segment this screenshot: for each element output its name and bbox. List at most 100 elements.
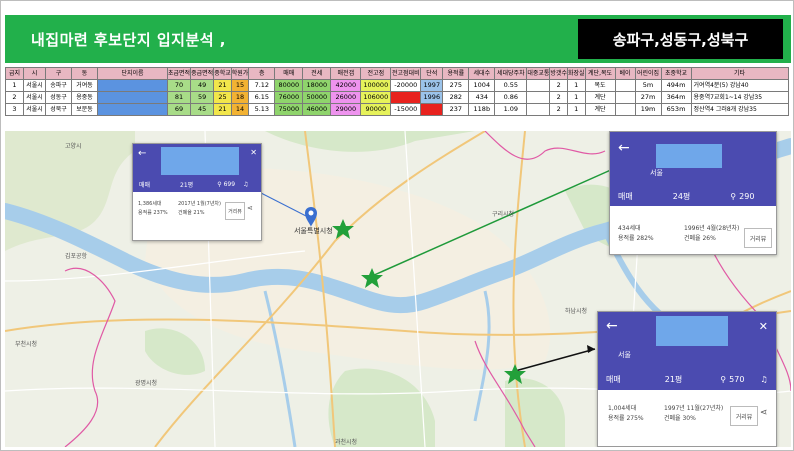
view-count: 570 bbox=[729, 374, 745, 384]
table-cell: 정산역4 그러8개 강남35 bbox=[690, 103, 789, 116]
trade-type[interactable]: 매매 bbox=[139, 180, 150, 189]
table-cell: 27m bbox=[634, 91, 662, 104]
search-icon[interactable]: ⚲ bbox=[730, 192, 736, 201]
built-year: 2017년 1월(7년차) bbox=[178, 201, 221, 207]
table-cell: 90000 bbox=[360, 103, 392, 116]
card-info-right: 2017년 1월(7년차) 건폐율 21% bbox=[178, 200, 221, 218]
table-cell: 2 bbox=[5, 91, 24, 104]
trade-type[interactable]: 매매 bbox=[606, 374, 621, 385]
table-header: 세대당주차 bbox=[494, 67, 528, 80]
street-view-button[interactable]: 거리뷰 bbox=[225, 202, 245, 220]
table-cell: 18000 bbox=[302, 79, 332, 92]
table-cell: 거여동 bbox=[71, 79, 98, 92]
street-view-button[interactable]: 거리뷰 bbox=[744, 228, 772, 248]
table-cell: 21 bbox=[213, 79, 232, 92]
complex-name-redacted bbox=[656, 316, 728, 346]
households: 1,386세대 bbox=[138, 201, 162, 207]
card-info-left: 434세대 용적률 282% bbox=[618, 224, 654, 244]
share-icon[interactable]: ⋖ bbox=[760, 408, 768, 418]
table-cell: 15 bbox=[230, 79, 250, 92]
table-cell: 1 bbox=[5, 79, 24, 92]
table-cell: 26000 bbox=[330, 91, 362, 104]
back-arrow-icon[interactable]: ← bbox=[606, 318, 618, 334]
table-cell: 59 bbox=[190, 91, 215, 104]
table-cell: 1 bbox=[566, 103, 586, 116]
close-icon[interactable]: ✕ bbox=[759, 320, 768, 333]
complex-name-redacted bbox=[97, 79, 168, 92]
complex-name-redacted bbox=[97, 91, 168, 104]
card-subtitle: 서울 bbox=[650, 169, 663, 177]
table-cell: 복도 bbox=[584, 79, 616, 92]
complex-name-redacted bbox=[161, 147, 239, 175]
table-header: 계단,복도 bbox=[584, 67, 616, 80]
table-header: 베이 bbox=[614, 67, 636, 80]
table-cell: 1 bbox=[566, 79, 586, 92]
table-cell: 2 bbox=[549, 91, 568, 104]
table-header: 중급면적 bbox=[190, 67, 215, 80]
table-header: 어린이집 bbox=[634, 67, 662, 80]
table-header: 학원가 bbox=[230, 67, 250, 80]
table-header: 전세 bbox=[302, 67, 332, 80]
table-cell: 80000 bbox=[274, 79, 304, 92]
search-icon[interactable]: ⚲ bbox=[217, 181, 221, 188]
card-filter-row: 매매 21평 ⚲ 570 ♫ bbox=[598, 368, 776, 390]
apartment-card-3[interactable]: ← ✕ 서울 매매 21평 ⚲ 570 ♫ 1,004세대 용적률 275% 1… bbox=[597, 311, 777, 447]
table-header: 전고점 bbox=[360, 67, 392, 80]
table-cell: 5m bbox=[634, 79, 662, 92]
bell-icon[interactable]: ♫ bbox=[760, 375, 767, 384]
table-cell: 100000 bbox=[360, 79, 392, 92]
close-icon[interactable]: ✕ bbox=[250, 148, 257, 157]
back-arrow-icon[interactable]: ← bbox=[138, 148, 146, 159]
table-cell: 1 bbox=[566, 91, 586, 104]
table-cell: 송파구 bbox=[45, 79, 72, 92]
building-coverage: 건폐율 26% bbox=[684, 235, 716, 242]
table-cell: 18 bbox=[230, 91, 250, 104]
table-row: 1 서울시 송파구 거여동 70 49 21 15 7.12 80000 18000 42000 100… bbox=[5, 79, 789, 92]
table-cell: 275 bbox=[442, 79, 470, 92]
map-label-gwangmyeong: 광명시청 bbox=[135, 380, 158, 387]
size-select[interactable]: 24평 bbox=[673, 191, 691, 202]
floor-area-ratio: 용적률 282% bbox=[618, 235, 654, 242]
table-cell: 2 bbox=[549, 79, 568, 92]
search-icon[interactable]: ⚲ bbox=[720, 375, 726, 384]
households: 1,004세대 bbox=[608, 405, 637, 412]
table-header: 단지이름 bbox=[97, 67, 168, 80]
back-arrow-icon[interactable]: ← bbox=[618, 140, 630, 156]
table-cell: 76000 bbox=[274, 91, 304, 104]
apartment-card-1[interactable]: ← ✕ 매매 21평 ⚲ 699 ♫ 1,386세대 용적률 237% 2017… bbox=[132, 143, 262, 241]
map-label-bucheon: 부천시청 bbox=[15, 341, 38, 348]
size-select[interactable]: 21평 bbox=[665, 374, 683, 385]
table-cell: 보문동 bbox=[71, 103, 98, 116]
view-count: 290 bbox=[739, 191, 755, 201]
street-view-button[interactable]: 거리뷰 bbox=[730, 406, 758, 426]
table-header: 중학교 bbox=[213, 67, 232, 80]
table-header: 대중교통 bbox=[526, 67, 551, 80]
table-cell: -20000 bbox=[390, 79, 422, 92]
map-view[interactable]: 서울특별시청 구리시청 광명시청 부천시청 과천시청 하남시청 고양시 김포공항… bbox=[5, 131, 791, 447]
table-cell bbox=[526, 79, 551, 92]
table-cell: 1.09 bbox=[494, 103, 528, 116]
table-cell: 계단 bbox=[584, 103, 616, 116]
table-row: 2 서울시 성동구 용중동 81 59 25 18 6.15 76000 50000 26000 106… bbox=[5, 91, 789, 104]
comparison-table: 급지 시 구 동 단지이름 초급면적 중급면적 중학교 학원가 층 매매 전세 … bbox=[5, 67, 789, 116]
table-cell: 46000 bbox=[302, 103, 332, 116]
building-coverage: 건폐율 21% bbox=[178, 210, 205, 216]
table-cell: 성동구 bbox=[45, 91, 72, 104]
share-icon[interactable]: ⋖ bbox=[247, 204, 253, 212]
table-cell bbox=[526, 91, 551, 104]
table-cell: 6.15 bbox=[248, 91, 276, 104]
table-cell: 서울시 bbox=[23, 103, 46, 116]
table-header: 단석 bbox=[420, 67, 444, 80]
size-select[interactable]: 21평 bbox=[180, 180, 193, 189]
table-header: 용적률 bbox=[442, 67, 470, 80]
table-cell: 45 bbox=[190, 103, 215, 116]
card-info-left: 1,386세대 용적률 237% bbox=[138, 200, 168, 218]
table-cell: 49 bbox=[190, 79, 215, 92]
table-cell: 용중동 bbox=[71, 91, 98, 104]
trade-type[interactable]: 매매 bbox=[618, 191, 633, 202]
bell-icon[interactable]: ♫ bbox=[243, 181, 248, 188]
table-header: 구 bbox=[45, 67, 72, 80]
map-label-gimpo: 김포공항 bbox=[65, 253, 88, 260]
apartment-card-2[interactable]: ← 서울 매매 24평 ⚲ 290 434세대 용적률 282% 1996년 4… bbox=[609, 131, 777, 255]
built-year: 1997년 11월(27년차) bbox=[664, 405, 724, 412]
